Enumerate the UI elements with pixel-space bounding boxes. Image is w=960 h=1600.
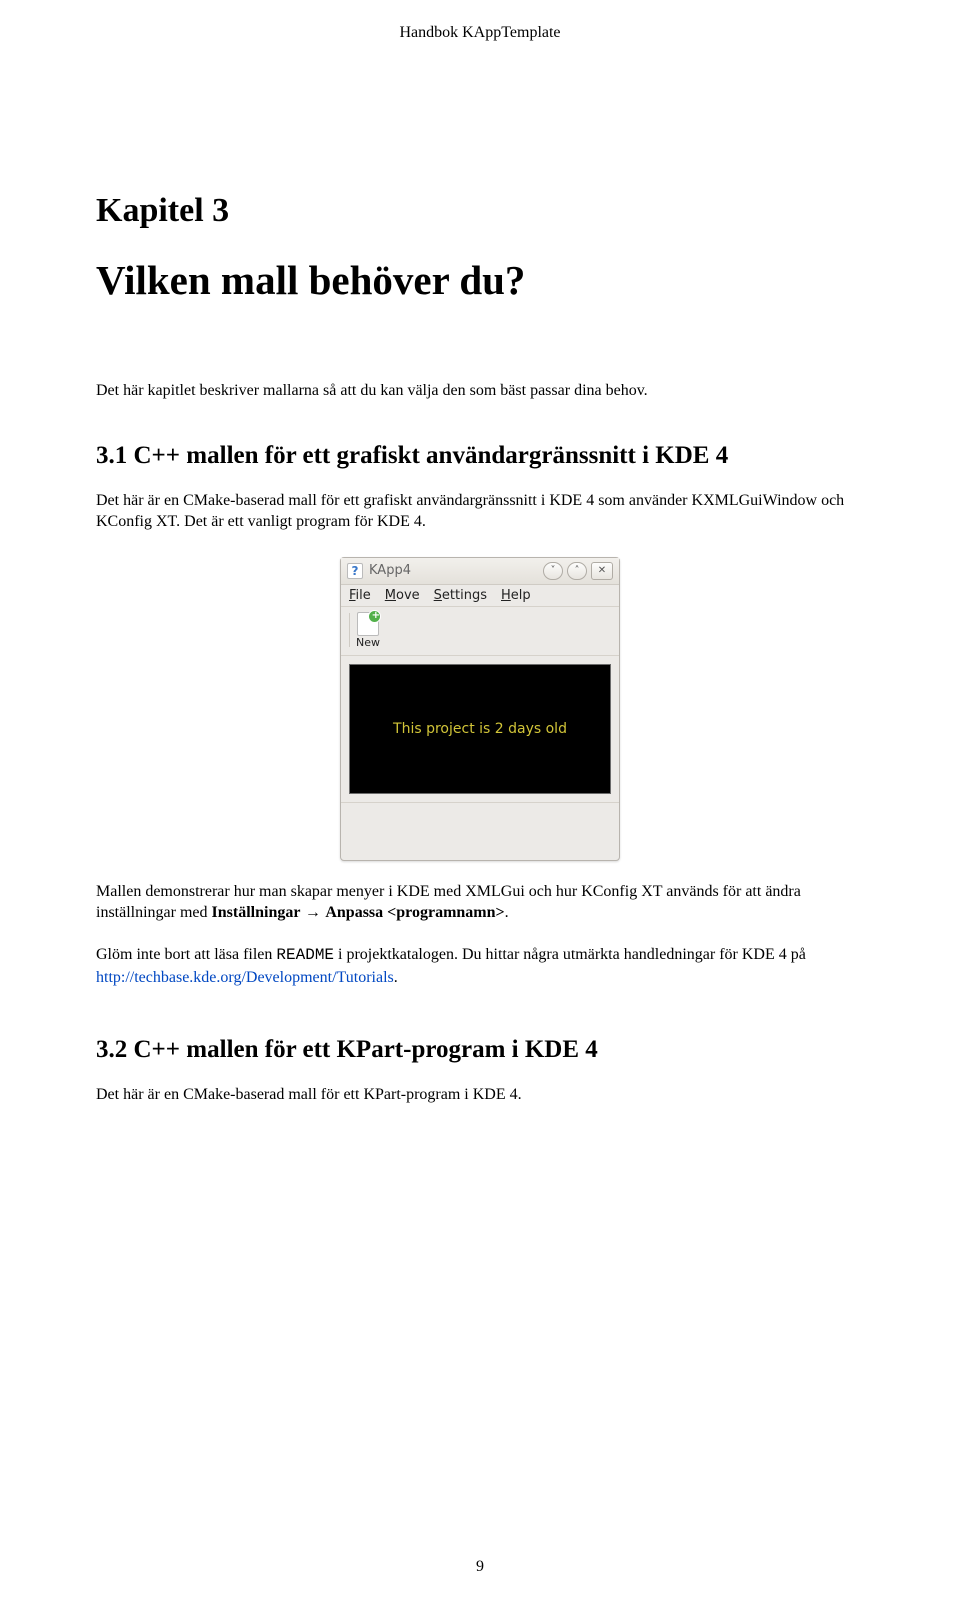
section-3-1-p1: Det här är en CMake-baserad mall för ett… — [96, 490, 864, 533]
chapter-intro: Det här kapitlet beskriver mallarna så a… — [96, 380, 864, 402]
arrow-text: → — [300, 904, 325, 921]
bold-text: Anpassa <programnamn> — [325, 904, 504, 921]
content-panel-text: This project is 2 days old — [393, 721, 567, 737]
hyperlink[interactable]: http://techbase.kde.org/Development/Tuto… — [96, 969, 394, 986]
window-title: KApp4 — [369, 563, 539, 578]
new-button[interactable]: + New — [356, 612, 380, 649]
toolbar-separator — [349, 613, 350, 647]
text-run: . — [505, 904, 509, 921]
statusbar — [341, 802, 619, 860]
section-3-1-p2: Mallen demonstrerar hur man skapar menye… — [96, 881, 864, 924]
section-3-2-p1: Det här är en CMake-baserad mall för ett… — [96, 1084, 864, 1106]
app-icon: ? — [347, 563, 363, 579]
text-run: i projektkatalogen. Du hittar några utmä… — [334, 946, 806, 963]
maximize-button[interactable]: ˄ — [567, 562, 587, 580]
new-button-label: New — [356, 636, 380, 649]
mono-text: README — [276, 946, 334, 964]
section-3-2-heading: 3.2 C++ mallen för ett KPart-program i K… — [96, 1036, 864, 1064]
section-3-1-p3: Glöm inte bort att läsa filen README i p… — [96, 944, 864, 988]
kapp4-window: ? KApp4 ˅ ˄ ✕ File Move Settings Help + … — [340, 557, 620, 861]
text-run: Glöm inte bort att läsa filen — [96, 946, 276, 963]
titlebar: ? KApp4 ˅ ˄ ✕ — [341, 558, 619, 585]
section-3-1-heading: 3.1 C++ mallen för ett grafiskt användar… — [96, 442, 864, 470]
running-header: Handbok KAppTemplate — [0, 0, 960, 42]
menu-help[interactable]: Help — [501, 588, 531, 603]
menu-move[interactable]: Move — [385, 588, 420, 603]
text-run: . — [394, 969, 398, 986]
menu-file[interactable]: File — [349, 588, 371, 603]
bold-text: Inställningar — [212, 904, 301, 921]
canvas-area: This project is 2 days old — [341, 656, 619, 802]
page-number: 9 — [0, 1558, 960, 1576]
screenshot-figure: ? KApp4 ˅ ˄ ✕ File Move Settings Help + … — [96, 557, 864, 861]
toolbar: + New — [341, 607, 619, 656]
minimize-button[interactable]: ˅ — [543, 562, 563, 580]
page-content: Kapitel 3 Vilken mall behöver du? Det hä… — [0, 192, 960, 1106]
content-panel: This project is 2 days old — [349, 664, 611, 794]
menubar: File Move Settings Help — [341, 585, 619, 607]
close-button[interactable]: ✕ — [591, 562, 613, 580]
chapter-title: Vilken mall behöver du? — [96, 256, 864, 304]
new-document-icon: + — [357, 612, 379, 636]
chapter-label: Kapitel 3 — [96, 192, 864, 230]
menu-settings[interactable]: Settings — [434, 588, 487, 603]
